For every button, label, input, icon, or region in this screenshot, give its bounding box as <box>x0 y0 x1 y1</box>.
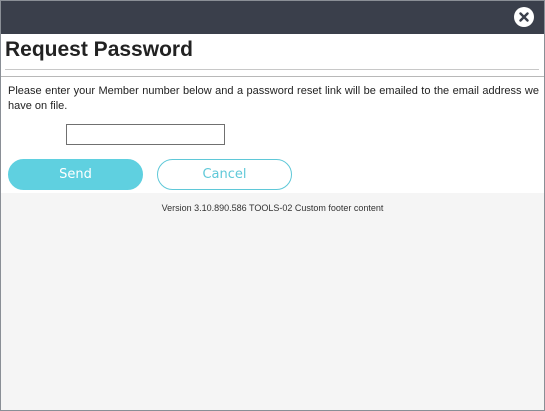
section-divider <box>1 76 544 77</box>
page-title: Request Password <box>5 38 193 61</box>
send-button[interactable]: Send <box>8 159 143 190</box>
footer-version-text: Version 3.10.890.586 TOOLS-02 Custom foo… <box>161 203 384 213</box>
close-button[interactable] <box>514 7 534 27</box>
close-circle-icon <box>519 12 529 22</box>
dialog-content: Request Password Please enter your Membe… <box>1 34 544 193</box>
member-number-input[interactable] <box>66 124 225 145</box>
title-divider <box>5 69 539 70</box>
dialog-titlebar <box>1 1 544 34</box>
request-password-dialog: Request Password Please enter your Membe… <box>0 0 545 411</box>
cancel-button[interactable]: Cancel <box>157 159 292 190</box>
instructions-text: Please enter your Member number below an… <box>8 85 539 112</box>
